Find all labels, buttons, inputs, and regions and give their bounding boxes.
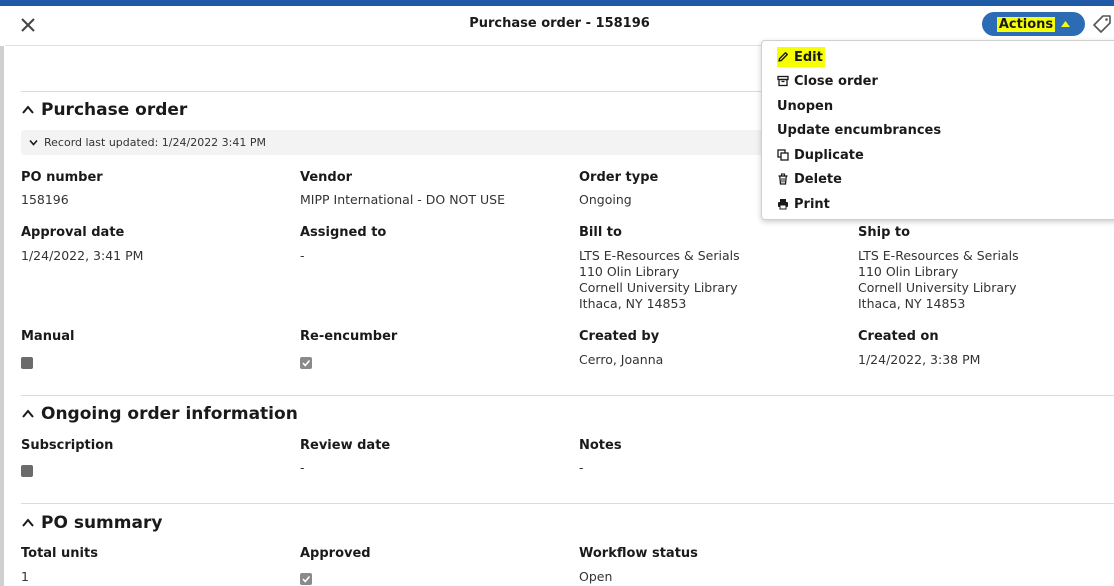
divider [21,395,1114,396]
menu-item-label: Delete [794,171,842,187]
address-line: Cornell University Library [858,280,1017,295]
field-label: Review date [300,438,391,453]
menu-item-delete[interactable]: Delete [777,169,842,189]
field-label: Vendor [300,170,353,185]
section-toggle-purchase-order[interactable]: Purchase order [21,100,187,120]
created-on-value: 1/24/2022, 3:38 PM [858,352,981,367]
approved-checkbox [300,573,312,585]
approval-date-value: 1/24/2022, 3:41 PM [21,248,144,263]
chevron-down-icon [29,139,38,146]
field-label: Approved [300,546,371,561]
order-type-value: Ongoing [579,192,632,207]
menu-item-label: Close order [794,73,878,89]
field-label: Created by [579,329,660,344]
menu-item-update-encumbrances[interactable]: Update encumbrances [777,120,941,140]
printer-icon [778,199,788,210]
menu-item-label: Update encumbrances [777,122,942,138]
address-line: LTS E-Resources & Serials [579,248,740,263]
copy-icon [777,149,789,161]
actions-menu: Edit Close order Unopen Update encumbran… [761,40,1114,220]
section-title: Ongoing order information [41,404,298,424]
section-title: Purchase order [41,100,188,120]
record-updated-text: Record last updated: 1/24/2022 3:41 PM [44,136,267,149]
field-label: Total units [21,546,98,561]
reencumber-checkbox [300,357,312,369]
menu-item-print[interactable]: Print [777,194,830,214]
field-label: Assigned to [300,225,387,240]
chevron-up-icon [22,518,34,527]
workflow-status-value: Open [579,569,613,584]
menu-item-edit[interactable]: Edit [777,47,825,67]
tag-icon [1093,15,1111,33]
address-line: Ithaca, NY 14853 [858,296,966,311]
caret-up-icon [1061,21,1071,27]
menu-item-duplicate[interactable]: Duplicate [777,145,864,165]
created-by-value: Cerro, Joanna [579,352,664,367]
chevron-up-icon [22,409,34,418]
address-line: Cornell University Library [579,280,738,295]
menu-item-label: Unopen [777,98,834,114]
ship-to-address: LTS E-Resources & Serials 110 Olin Libra… [858,248,1019,312]
po-number-value: 158196 [21,192,69,207]
assigned-to-value: - [300,248,305,263]
trash-icon [778,173,788,185]
field-label: Bill to [579,225,622,240]
pencil-icon [778,52,788,62]
field-label: Subscription [21,438,114,453]
section-title: PO summary [41,513,163,533]
chevron-up-icon [22,105,34,114]
address-line: Ithaca, NY 14853 [579,296,687,311]
address-line: 110 Olin Library [579,264,680,279]
field-label: Created on [858,329,939,344]
subscription-checkbox [21,465,33,477]
tag-button[interactable] [1092,14,1112,34]
menu-item-label: Print [794,196,830,212]
section-toggle-ongoing-order[interactable]: Ongoing order information [21,404,298,424]
bill-to-address: LTS E-Resources & Serials 110 Olin Libra… [579,248,740,312]
menu-item-close-order[interactable]: Close order [777,71,878,91]
checkmark-icon [302,359,311,367]
actions-button-label: Actions [996,16,1056,32]
field-label: Notes [579,438,622,453]
address-line: LTS E-Resources & Serials [858,248,1019,263]
manual-checkbox [21,357,33,369]
field-label: PO number [21,170,103,185]
left-edge-bar [0,46,4,586]
field-label: Workflow status [579,546,698,561]
menu-item-label: Duplicate [794,147,864,163]
field-label: Manual [21,329,75,344]
archive-icon [777,75,789,87]
total-units-value: 1 [21,569,29,584]
notes-value: - [579,460,584,475]
menu-item-label: Edit [794,49,823,65]
review-date-value: - [300,460,305,475]
field-label: Ship to [858,225,911,240]
field-label: Re-encumber [300,329,398,344]
section-toggle-po-summary[interactable]: PO summary [21,513,162,533]
divider [21,503,1114,504]
field-label: Order type [579,170,659,185]
checkmark-icon [302,575,311,583]
address-line: 110 Olin Library [858,264,959,279]
actions-button[interactable]: Actions [982,12,1085,36]
field-label: Approval date [21,225,125,240]
vendor-value: MIPP International - DO NOT USE [300,192,505,207]
page-title: Purchase order - 158196 [469,16,650,31]
menu-item-unopen[interactable]: Unopen [777,96,833,116]
